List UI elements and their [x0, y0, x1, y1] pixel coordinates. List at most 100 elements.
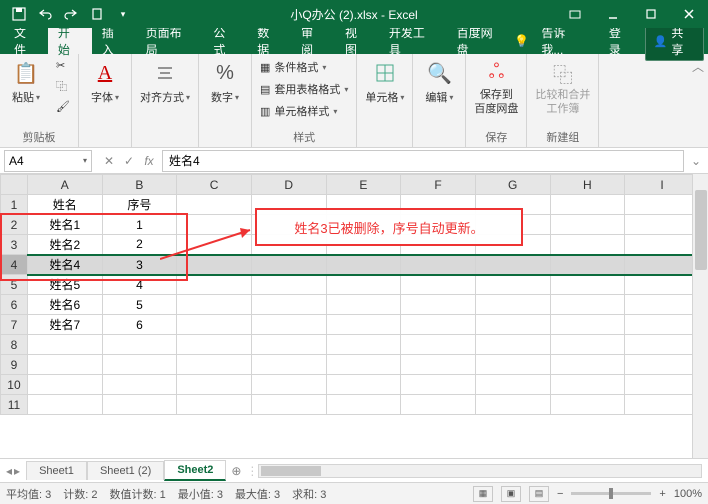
col-header[interactable]: H — [550, 175, 625, 195]
cell[interactable] — [401, 275, 476, 295]
cell[interactable] — [251, 295, 326, 315]
cell[interactable] — [625, 275, 700, 295]
row-header[interactable]: 6 — [1, 295, 28, 315]
sheet-nav-prev-icon[interactable]: ◂ — [6, 464, 12, 478]
select-all-corner[interactable] — [1, 175, 28, 195]
sheet-tab-active[interactable]: Sheet2 — [164, 460, 226, 481]
zoom-in-icon[interactable]: + — [659, 488, 665, 500]
zoom-out-icon[interactable]: − — [557, 488, 563, 500]
view-pagebreak-icon[interactable]: ▤ — [529, 486, 549, 502]
font-button[interactable]: A字体▾ — [83, 57, 127, 107]
baidu-save-button[interactable]: ஃ保存到百度网盘 — [470, 57, 522, 117]
accept-fx-icon[interactable]: ✓ — [120, 154, 138, 168]
table-row[interactable]: 10 — [1, 375, 700, 395]
compare-button[interactable]: ⿻比较和合并工作簿 — [531, 57, 594, 117]
cell[interactable] — [625, 255, 700, 275]
sheet-nav-next-icon[interactable]: ▸ — [14, 464, 20, 478]
undo-icon[interactable] — [34, 3, 56, 25]
cell[interactable] — [550, 335, 625, 355]
cell[interactable] — [625, 355, 700, 375]
paste-button[interactable]: 📋 粘贴▾ — [4, 57, 48, 107]
cell[interactable] — [177, 375, 252, 395]
table-row[interactable]: 8 — [1, 335, 700, 355]
col-header[interactable]: E — [326, 175, 401, 195]
cell[interactable] — [625, 295, 700, 315]
cell[interactable]: 姓名2 — [27, 235, 102, 255]
cell[interactable] — [177, 215, 252, 235]
expand-fx-icon[interactable]: ⌄ — [688, 154, 704, 168]
sheet-tab[interactable]: Sheet1 (2) — [87, 461, 164, 480]
ribbon-options-icon[interactable] — [556, 0, 594, 28]
edit-button[interactable]: 🔍编辑▾ — [417, 57, 461, 107]
row-header[interactable]: 1 — [1, 195, 28, 215]
cell[interactable] — [550, 315, 625, 335]
cell[interactable] — [550, 275, 625, 295]
minimize-icon[interactable] — [594, 0, 632, 28]
qat-more-icon[interactable]: ▾ — [112, 3, 134, 25]
cell[interactable] — [177, 255, 252, 275]
align-button[interactable]: 对齐方式▾ — [136, 57, 194, 107]
fx-icon[interactable]: fx — [140, 154, 158, 168]
new-icon[interactable] — [86, 3, 108, 25]
cell[interactable] — [251, 275, 326, 295]
cell[interactable] — [550, 255, 625, 275]
cell-style-button[interactable]: ▥单元格样式▾ — [256, 101, 352, 121]
cell[interactable] — [251, 335, 326, 355]
cell[interactable]: 姓名4 — [27, 255, 102, 275]
cell[interactable] — [177, 235, 252, 255]
save-icon[interactable] — [8, 3, 30, 25]
cell[interactable] — [27, 375, 102, 395]
col-header[interactable]: G — [475, 175, 550, 195]
cell[interactable]: 3 — [102, 255, 177, 275]
cell[interactable]: 序号 — [102, 195, 177, 215]
cell[interactable] — [550, 395, 625, 415]
table-row[interactable]: 7姓名76 — [1, 315, 700, 335]
cell[interactable] — [401, 395, 476, 415]
table-row[interactable]: 4姓名43 — [1, 255, 700, 275]
col-header[interactable]: C — [177, 175, 252, 195]
cell[interactable] — [27, 335, 102, 355]
slider-thumb[interactable] — [609, 488, 613, 499]
cell[interactable] — [177, 295, 252, 315]
cell[interactable] — [625, 195, 700, 215]
table-row[interactable]: 9 — [1, 355, 700, 375]
cell[interactable] — [475, 335, 550, 355]
close-icon[interactable] — [670, 0, 708, 28]
cell[interactable] — [625, 315, 700, 335]
view-pagelayout-icon[interactable]: ▣ — [501, 486, 521, 502]
cell[interactable] — [550, 355, 625, 375]
cell[interactable] — [177, 335, 252, 355]
cell[interactable]: 5 — [102, 295, 177, 315]
cell[interactable]: 姓名6 — [27, 295, 102, 315]
cell[interactable] — [475, 315, 550, 335]
row-header[interactable]: 3 — [1, 235, 28, 255]
row-header[interactable]: 8 — [1, 335, 28, 355]
cell[interactable] — [326, 355, 401, 375]
cell[interactable] — [326, 315, 401, 335]
cut-button[interactable]: ✂ — [52, 57, 74, 74]
cell[interactable]: 2 — [102, 235, 177, 255]
cell[interactable] — [625, 215, 700, 235]
cell[interactable] — [326, 255, 401, 275]
view-normal-icon[interactable]: ▦ — [473, 486, 493, 502]
maximize-icon[interactable] — [632, 0, 670, 28]
row-header[interactable]: 9 — [1, 355, 28, 375]
cell[interactable] — [177, 275, 252, 295]
cell[interactable] — [251, 315, 326, 335]
cell[interactable] — [102, 355, 177, 375]
cell[interactable] — [550, 235, 625, 255]
cell[interactable] — [326, 275, 401, 295]
cancel-fx-icon[interactable]: ✕ — [100, 154, 118, 168]
table-row[interactable]: 11 — [1, 395, 700, 415]
cell[interactable]: 姓名5 — [27, 275, 102, 295]
table-row[interactable]: 6姓名65 — [1, 295, 700, 315]
add-sheet-icon[interactable]: ⊕ — [226, 464, 246, 478]
cell[interactable] — [625, 395, 700, 415]
col-header[interactable]: D — [251, 175, 326, 195]
cond-format-button[interactable]: ▦条件格式▾ — [256, 57, 352, 77]
cell[interactable] — [475, 275, 550, 295]
cell[interactable] — [401, 315, 476, 335]
cell[interactable]: 4 — [102, 275, 177, 295]
cell[interactable] — [550, 295, 625, 315]
cell[interactable] — [550, 375, 625, 395]
